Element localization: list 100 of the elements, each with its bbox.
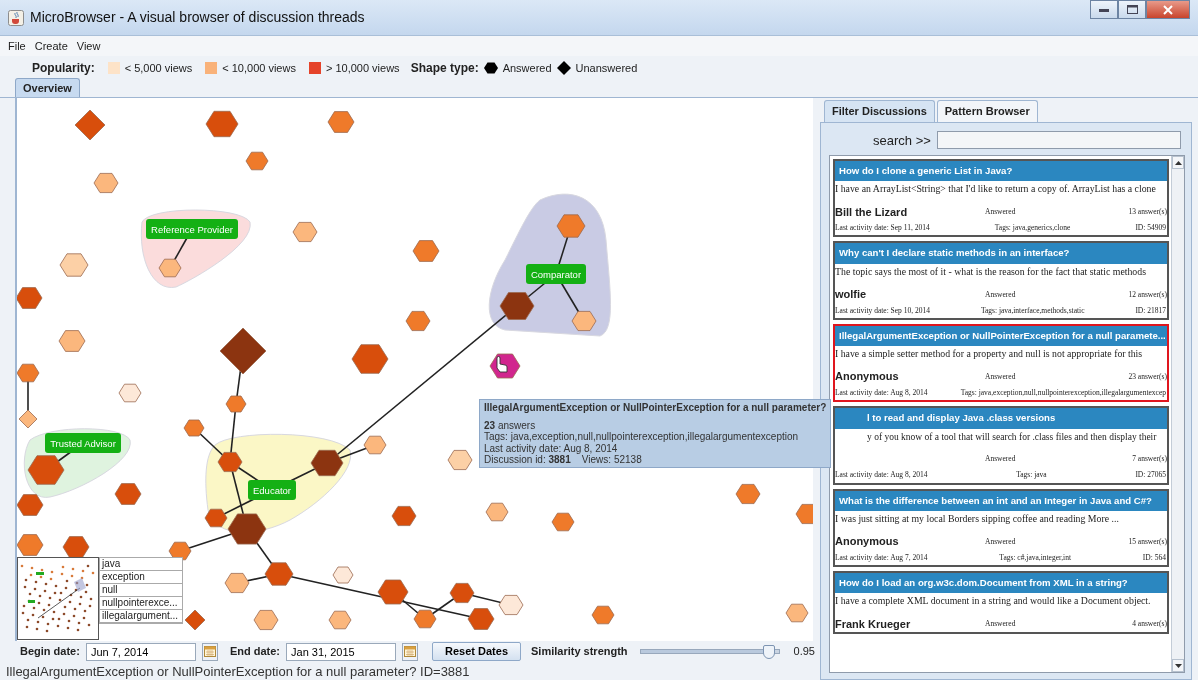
hexagon-node[interactable] xyxy=(204,508,228,528)
hexagon-node[interactable] xyxy=(412,240,440,262)
discussion-snippet: I have a complete XML document in a string and would like a Document object. xyxy=(835,594,1152,609)
tab[interactable]: Filter Discussions xyxy=(824,100,935,122)
tag-item[interactable]: java xyxy=(100,558,182,571)
hexagon-node[interactable] xyxy=(225,395,247,413)
menu-item[interactable]: Create xyxy=(34,37,68,55)
hexagon-node[interactable] xyxy=(310,449,344,477)
hexagon-node[interactable] xyxy=(114,483,142,505)
hexagon-node[interactable] xyxy=(17,287,43,309)
field-label: Begin date: xyxy=(20,644,80,660)
hexagon-node[interactable] xyxy=(168,541,192,561)
hexagon-node[interactable] xyxy=(735,484,761,504)
hexagon-node[interactable] xyxy=(183,419,205,437)
legend-label: Popularity: xyxy=(32,60,95,77)
discussion-title: How do I clone a generic List in Java? xyxy=(835,161,1167,182)
calendar-icon xyxy=(404,646,417,657)
legend-text: Unanswered xyxy=(575,60,638,76)
hexagon-node[interactable] xyxy=(591,605,615,625)
hexagon-node[interactable] xyxy=(499,292,535,320)
calendar-button[interactable] xyxy=(402,642,419,661)
hexagon-node[interactable] xyxy=(391,506,417,526)
hexagon-node[interactable] xyxy=(447,450,473,470)
hexagon-node[interactable] xyxy=(17,363,40,383)
hexagon-node[interactable] xyxy=(571,311,597,331)
up-arrow-icon xyxy=(1174,160,1182,165)
tab[interactable]: Pattern Browser xyxy=(936,100,1038,122)
hexagon-node[interactable] xyxy=(332,566,354,584)
diamond-node[interactable] xyxy=(184,609,206,631)
hexagon-node[interactable] xyxy=(27,455,65,485)
menu-item[interactable]: View xyxy=(76,37,101,55)
hexagon-node[interactable] xyxy=(227,513,267,545)
discussion-card[interactable] xyxy=(833,241,1169,320)
discussion-snippet: I have a simple setter method for a property and null is not appropriate for this xyxy=(835,347,1144,362)
discussion-card[interactable] xyxy=(833,488,1169,567)
tag-item[interactable]: exception xyxy=(100,571,182,584)
hexagon-node[interactable] xyxy=(17,494,44,516)
tag-item[interactable]: nullpointerexce... xyxy=(100,597,182,610)
tab[interactable]: Overview xyxy=(15,77,80,97)
hexagon-node[interactable] xyxy=(217,452,243,472)
hexagon-node[interactable] xyxy=(264,562,294,586)
hexagon-node[interactable] xyxy=(118,383,142,403)
hexagon-node[interactable] xyxy=(292,222,318,242)
hexagon-node[interactable] xyxy=(363,435,387,455)
similarity-slider[interactable] xyxy=(639,643,780,660)
hexagon-node[interactable] xyxy=(93,173,119,193)
hexagon-node[interactable] xyxy=(205,110,239,138)
discussion-snippet: y of you know of a tool that will search for .class files and then display their xyxy=(866,430,1158,444)
hexagon-node[interactable] xyxy=(785,603,809,623)
calendar-button[interactable] xyxy=(201,642,218,661)
reset-dates-button[interactable]: Reset Dates xyxy=(432,642,521,661)
maximize-button[interactable] xyxy=(1118,0,1146,19)
author-name: wolfie xyxy=(835,287,868,303)
minimize-button[interactable] xyxy=(1090,0,1118,19)
hexagon-node[interactable] xyxy=(485,502,509,522)
hexagon-node[interactable] xyxy=(556,214,586,238)
author-name: Anonymous xyxy=(835,534,900,550)
hexagon-node[interactable] xyxy=(58,330,86,352)
hexagon-node[interactable] xyxy=(449,583,475,603)
tooltip-title: IllegalArgumentException or NullPointerException for a null parameter? xyxy=(484,402,827,414)
hexagon-node[interactable] xyxy=(327,111,355,133)
java-cup-icon xyxy=(8,9,24,26)
hexagon-icon xyxy=(483,61,498,75)
hexagon-node[interactable] xyxy=(795,504,813,524)
author-name: Anonymous xyxy=(835,369,900,385)
date-field[interactable]: Jan 31, 2015 xyxy=(286,642,397,661)
hexagon-node[interactable] xyxy=(467,608,495,630)
slider-label: Similarity strength xyxy=(531,644,628,660)
search-label: search >> xyxy=(873,131,931,150)
author-name: Bill the Lizard xyxy=(835,204,909,220)
scrollbar[interactable] xyxy=(1171,156,1184,672)
legend-label: Shape type: xyxy=(410,60,479,77)
hexagon-node[interactable] xyxy=(224,573,250,593)
close-button[interactable] xyxy=(1146,0,1190,19)
hexagon-node[interactable] xyxy=(245,151,269,171)
diamond-node[interactable] xyxy=(18,409,38,429)
discussion-snippet: I have an ArrayList<String> that I'd like to return a copy of. ArrayList has a clone xyxy=(835,182,1157,197)
discussion-card[interactable] xyxy=(833,323,1169,403)
hexagon-node[interactable] xyxy=(498,595,524,615)
discussion-card[interactable] xyxy=(833,159,1169,238)
slider-thumb[interactable] xyxy=(762,645,775,659)
menu-item[interactable]: File xyxy=(8,37,26,55)
hexagon-node[interactable] xyxy=(551,512,575,532)
hexagon-node[interactable] xyxy=(328,610,352,630)
date-field[interactable]: Jun 7, 2014 xyxy=(85,642,196,661)
tag-item[interactable]: null xyxy=(100,584,182,597)
search-field[interactable] xyxy=(936,131,1181,150)
diamond-node[interactable] xyxy=(74,109,106,141)
hexagon-node[interactable] xyxy=(377,579,409,605)
author-name: Frank Krueger xyxy=(835,616,912,632)
tag-item[interactable]: illegalargument... xyxy=(100,610,182,623)
hexagon-node[interactable] xyxy=(351,344,389,374)
minimap[interactable] xyxy=(17,557,99,640)
calendar-icon xyxy=(203,646,216,657)
hexagon-node[interactable] xyxy=(59,253,89,277)
diamond-node[interactable] xyxy=(219,327,267,375)
hexagon-node[interactable] xyxy=(158,258,182,278)
hexagon-node[interactable] xyxy=(413,609,437,629)
hexagon-node[interactable] xyxy=(253,610,279,630)
hexagon-node[interactable] xyxy=(405,311,431,331)
